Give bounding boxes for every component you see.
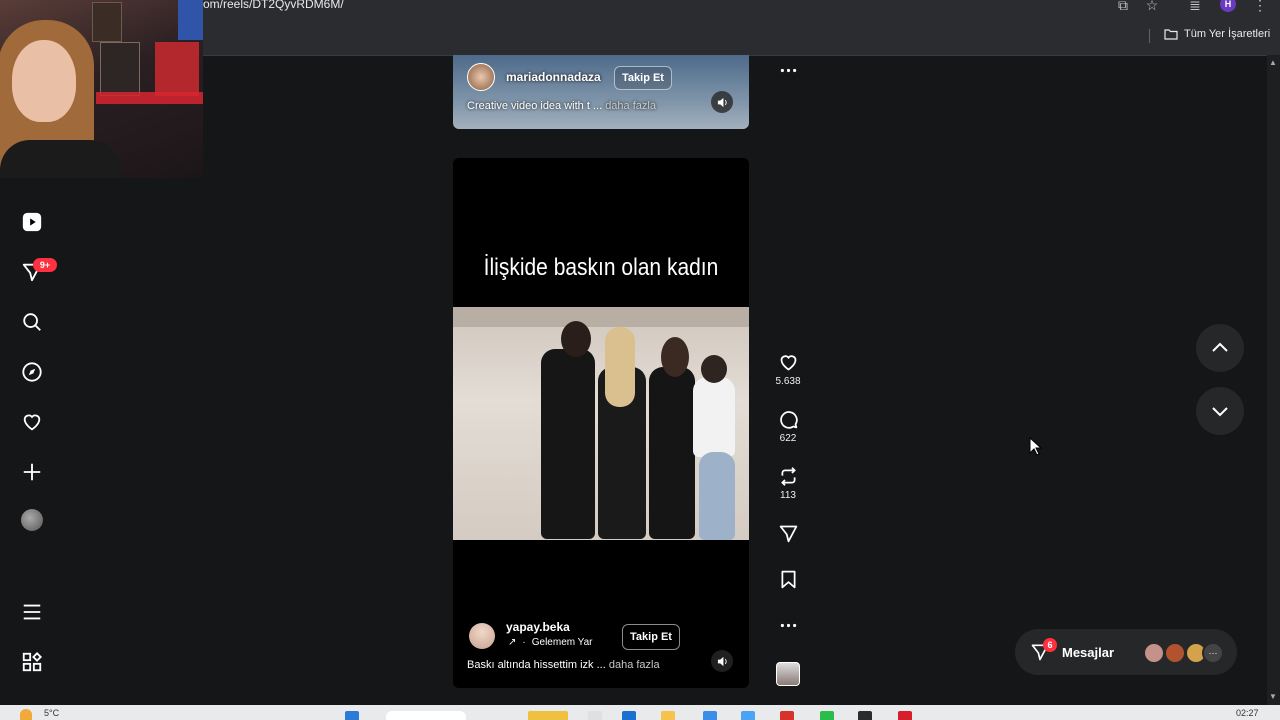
more-horizontal-icon [780, 68, 796, 73]
reel-sound-button[interactable] [711, 650, 733, 672]
reel-more-options-button[interactable] [776, 615, 800, 636]
save-action[interactable] [776, 569, 800, 590]
create-nav-button[interactable] [20, 460, 44, 484]
previous-reel-more-link[interactable]: daha fazla [605, 100, 656, 112]
reels-nav-button[interactable] [20, 210, 44, 234]
share-action[interactable] [776, 523, 800, 544]
previous-reel-caption: Creative video idea with t ... daha fazl… [467, 100, 656, 112]
app-icon[interactable] [858, 711, 872, 720]
share-icon [779, 525, 797, 543]
scroll-up-arrow-icon[interactable]: ▲ [1269, 58, 1277, 67]
reel-audio-link[interactable]: ↗ · Gelemem Yar [508, 637, 593, 648]
webcam-overlay [0, 0, 203, 178]
task-view-icon[interactable] [588, 711, 602, 720]
comment-count: 622 [779, 433, 797, 444]
all-bookmarks-button[interactable]: Tüm Yer İşaretleri [1164, 28, 1270, 40]
bookmark-star-icon[interactable]: ☆ [1143, 0, 1161, 14]
weather-icon[interactable] [20, 709, 32, 720]
comment-icon [779, 411, 798, 429]
url-field[interactable]: om/reels/DT2QyvRDM6M/ [203, 0, 344, 11]
chevron-down-icon [1212, 407, 1228, 417]
explore-nav-button[interactable] [20, 360, 44, 384]
scroll-down-arrow-icon[interactable]: ▼ [1269, 692, 1277, 701]
browser-menu-icon[interactable]: ⋮ [1251, 0, 1269, 14]
taskbar-search[interactable] [386, 711, 466, 720]
page-scrollbar[interactable] [1267, 55, 1280, 705]
install-app-icon[interactable]: ⧉ [1114, 0, 1132, 14]
previous-reel-sound-button[interactable] [711, 91, 733, 113]
previous-reel-caption-text: Creative video idea with t ... [467, 100, 603, 112]
repost-icon [780, 467, 796, 486]
profile-avatar[interactable] [21, 509, 43, 531]
message-contact-avatar [1164, 642, 1186, 664]
audio-thumbnail[interactable] [776, 662, 800, 686]
previous-reel-more-button[interactable] [776, 60, 800, 81]
menu-nav-button[interactable] [20, 600, 44, 624]
speaker-icon [717, 656, 727, 666]
reel-follow-button[interactable]: Takip Et [622, 624, 680, 650]
reel-more-link[interactable]: daha fazla [609, 659, 660, 671]
store-icon[interactable] [703, 711, 717, 720]
previous-reel-button[interactable] [1196, 324, 1244, 372]
heart-icon [23, 414, 41, 431]
notifications-nav-button[interactable] [20, 410, 44, 434]
reel-audio-dot: · [522, 637, 526, 648]
chrome-icon[interactable] [780, 711, 794, 720]
comment-action[interactable]: 622 [776, 409, 800, 444]
edge-icon[interactable] [622, 711, 636, 720]
bookmark-icon [781, 570, 795, 589]
speaker-icon [717, 97, 727, 107]
next-reel-button[interactable] [1196, 387, 1244, 435]
file-explorer-icon[interactable] [661, 711, 675, 720]
all-bookmarks-label: Tüm Yer İşaretleri [1184, 28, 1271, 40]
explore-icon [22, 362, 42, 382]
previous-reel-follow-button[interactable]: Takip Et [614, 66, 672, 90]
repost-count: 113 [780, 490, 796, 501]
like-count: 5.638 [775, 376, 801, 387]
plus-icon [23, 463, 41, 481]
messages-badge: 6 [1043, 638, 1057, 652]
reel-author-avatar[interactable] [469, 623, 495, 649]
search-icon [23, 313, 41, 331]
reel-audio-title: Gelemem Yar [531, 637, 593, 648]
menu-icon [23, 604, 41, 620]
more-contacts-icon: ··· [1202, 642, 1224, 664]
arrow-up-right-icon: ↗ [508, 637, 517, 648]
taskbar-clock: 02:27 [1236, 708, 1259, 718]
reel-author-username[interactable]: yapay.beka [506, 620, 570, 634]
whatsapp-icon[interactable] [820, 711, 834, 720]
folder-icon [1164, 29, 1178, 40]
start-button[interactable] [345, 711, 359, 720]
chevron-up-icon [1212, 342, 1228, 352]
more-horizontal-icon [780, 623, 796, 628]
app-icon[interactable] [741, 711, 755, 720]
repost-action[interactable]: 113 [776, 466, 800, 501]
heart-icon [780, 355, 796, 371]
reel-video-frame[interactable] [453, 307, 749, 540]
reel-caption: Baskı altında hissettim izk ... daha faz… [467, 659, 660, 671]
app-icon[interactable] [898, 711, 912, 720]
reel-caption-text: Baskı altında hissettim izk ... [467, 659, 606, 671]
tab-search-icon[interactable]: ≣ [1186, 0, 1204, 14]
notification-badge: 9+ [33, 258, 57, 272]
previous-reel-username[interactable]: mariadonnadaza [506, 70, 601, 84]
search-nav-button[interactable] [20, 310, 44, 334]
message-contact-avatar [1143, 642, 1165, 664]
taskbar-temperature: 5°C [44, 708, 60, 718]
messages-label: Mesajlar [1062, 645, 1115, 660]
previous-reel-avatar[interactable] [467, 63, 495, 91]
current-reel[interactable]: İlişkide baskın olan kadın yapay.beka ↗ … [453, 158, 749, 688]
mouse-cursor-icon [1029, 437, 1043, 456]
os-taskbar [0, 705, 1280, 720]
more-apps-nav-button[interactable] [20, 650, 44, 674]
bookmarks-separator [1149, 29, 1150, 43]
reel-overlay-text: İlişkide baskın olan kadın [483, 254, 719, 281]
reels-icon [22, 212, 42, 232]
apps-grid-icon [22, 651, 43, 672]
taskbar-widget-icon[interactable] [528, 711, 568, 720]
like-action[interactable]: 5.638 [775, 352, 801, 387]
previous-reel[interactable]: mariadonnadaza Takip Et Creative video i… [453, 55, 749, 129]
